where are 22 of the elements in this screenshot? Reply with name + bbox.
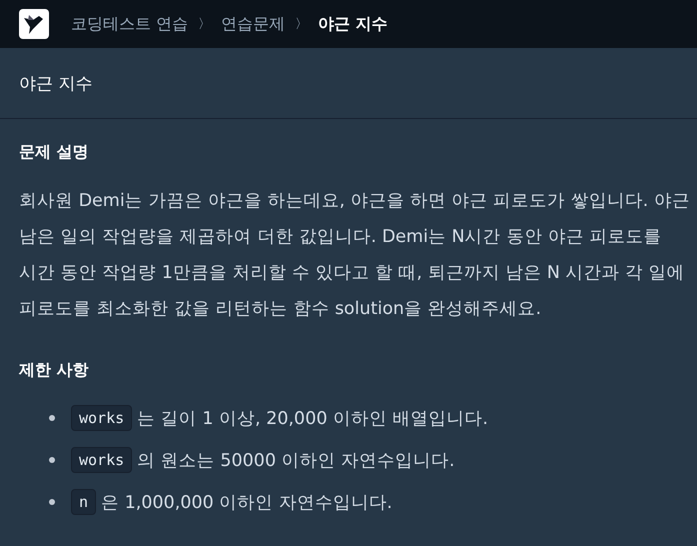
bullet-icon (49, 499, 55, 505)
inline-code: n (71, 489, 96, 515)
paragraph-line: 시간 동안 작업량 1만큼을 처리할 수 있다고 할 때, 퇴근까지 남은 N 시간과 각 일에 (19, 262, 686, 285)
section-heading: 제한 사항 (19, 359, 90, 381)
logo-icon[interactable] (19, 9, 49, 39)
paragraph-line: 남은 일의 작업량을 제곱하여 더한 값입니다. Demi는 N시간 동안 야근 피로도를 (19, 226, 662, 249)
list-text: 는 길이 1 이상, 20,000 이하인 배열입니다. (137, 408, 488, 430)
breadcrumb-link[interactable]: 코딩테스트 연습 (71, 14, 188, 34)
breadcrumb-link[interactable]: 연습문제 (221, 14, 286, 34)
inline-code: works (71, 447, 132, 473)
paragraph-line: 회사원 Demi는 가끔은 야근을 하는데요, 야근을 하면 야근 피로도가 쌓입니다. 야근 (19, 190, 691, 213)
chevron-icon: 〉 (295, 15, 308, 33)
list-text: 의 원소는 50000 이하인 자연수입니다. (137, 450, 455, 472)
section-heading: 문제 설명 (19, 141, 90, 163)
page-title: 야근 지수 (19, 72, 92, 94)
inline-code: works (71, 405, 132, 431)
paragraph-line: 피로도를 최소화한 값을 리턴하는 함수 solution을 완성해주세요. (19, 298, 542, 321)
chevron-icon: 〉 (198, 15, 212, 33)
bullet-icon (49, 457, 55, 463)
breadcrumb-link[interactable]: 야근 지수 (318, 14, 388, 34)
list-text: 은 1,000,000 이하인 자연수입니다. (101, 492, 392, 514)
bullet-icon (49, 415, 55, 421)
